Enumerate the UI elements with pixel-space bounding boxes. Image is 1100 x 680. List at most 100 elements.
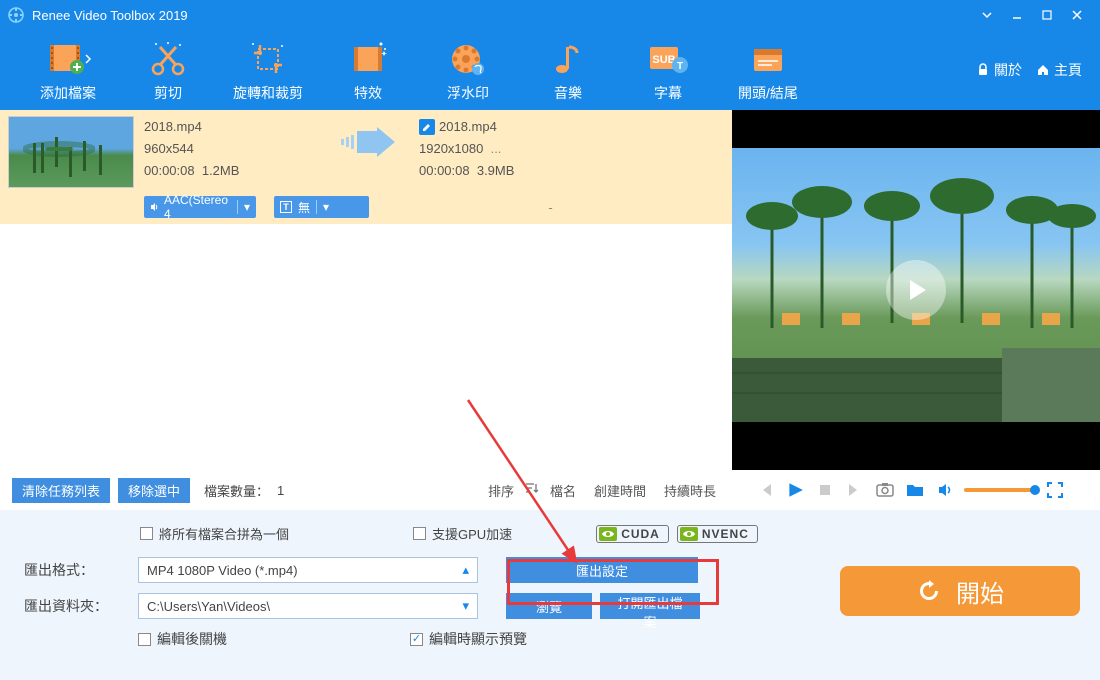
sort-icon (524, 481, 540, 495)
merge-checkbox[interactable]: 將所有檔案合拼為一個 (140, 524, 289, 543)
open-export-button[interactable]: 打開匯出檔案 (600, 593, 700, 619)
subtitle-icon: SUBT (646, 39, 690, 79)
crop-icon (248, 39, 288, 79)
folder-combo[interactable]: C:\Users\Yan\Videos\ ▾ (138, 593, 478, 619)
checkbox-box (413, 527, 426, 540)
subtitle-sel-label: 無 (298, 199, 310, 216)
format-label: 匯出格式： (20, 560, 130, 580)
home-label: 主頁 (1054, 60, 1082, 80)
src-filename: 2018.mp4 (144, 116, 319, 138)
media-controls (754, 479, 1088, 501)
next-button[interactable] (844, 479, 866, 501)
out-duration-size: 00:00:08 3.9MB (419, 160, 722, 182)
audio-sel-label: AAC(Stereo 4 (164, 193, 231, 221)
preview-label: 編輯時顯示預覽 (429, 629, 527, 649)
tool-label: 特效 (354, 83, 382, 103)
add-file-icon (44, 39, 92, 79)
start-button[interactable]: 開始 (840, 566, 1080, 616)
app-title: Renee Video Toolbox 2019 (32, 8, 972, 23)
folder-label: 匯出資料夾： (20, 596, 130, 616)
export-settings-button[interactable]: 匯出設定 (506, 557, 698, 583)
tool-label: 旋轉和裁剪 (233, 83, 303, 103)
out-resolution: 1920x1080 ... (419, 138, 722, 160)
volume-button[interactable] (934, 479, 956, 501)
prev-button[interactable] (754, 479, 776, 501)
file-count-value: 1 (277, 483, 284, 498)
watermark-icon (448, 39, 488, 79)
browse-button[interactable]: 瀏覽 (506, 593, 592, 619)
audio-dropdown[interactable]: AAC(Stereo 4 ▾ (144, 196, 256, 218)
refresh-icon (916, 578, 942, 604)
main-toolbar: 添加檔案 剪切 旋轉和裁剪 特效 浮水印 音樂 SUBT 字幕 開頭/結尾 關於… (0, 30, 1100, 110)
file-count-label: 檔案數量： (204, 481, 269, 500)
src-duration-size: 00:00:08 1.2MB (144, 160, 319, 182)
nvenc-label: NVENC (702, 527, 749, 541)
play-button[interactable] (886, 260, 946, 320)
about-link[interactable]: 關於 (976, 60, 1022, 80)
shutdown-checkbox[interactable]: 編輯後關機 (138, 629, 227, 649)
window-buttons (972, 0, 1092, 30)
scissors-icon (148, 39, 188, 79)
options-row-1: 將所有檔案合拼為一個 支援GPU加速 CUDA NVENC (20, 524, 1080, 543)
play-media-button[interactable] (784, 479, 806, 501)
tool-cut[interactable]: 剪切 (118, 37, 218, 103)
nvenc-badge: NVENC (677, 525, 758, 543)
sort-by-duration[interactable]: 持續時長 (656, 481, 724, 500)
sort-by-name[interactable]: 檔名 (542, 481, 584, 500)
chevron-up-icon: ▴ (462, 562, 469, 578)
subtitle-t-icon: T (280, 201, 292, 213)
checkbox-row-2: 編輯後關機 編輯時顯示預覽 (20, 629, 1080, 649)
sort-controls: 排序 檔名 創建時間 持續時長 (480, 481, 744, 500)
volume-slider[interactable] (964, 488, 1036, 492)
lock-icon (976, 63, 990, 77)
tool-label: 開頭/結尾 (738, 83, 798, 103)
gpu-label: 支援GPU加速 (432, 524, 512, 543)
snapshot-button[interactable] (874, 479, 896, 501)
fullscreen-button[interactable] (1044, 479, 1066, 501)
chevron-down-icon: ▾ (237, 200, 250, 214)
subtitle-dropdown[interactable]: T 無 ▾ (274, 196, 369, 218)
remove-selected-button[interactable]: 移除選中 (118, 478, 190, 503)
file-row[interactable]: 2018.mp4 960x544 00:00:08 1.2MB 2018.mp4… (0, 110, 732, 192)
tool-watermark[interactable]: 浮水印 (418, 37, 518, 103)
stop-button[interactable] (814, 479, 836, 501)
maximize-btn[interactable] (1032, 0, 1062, 30)
home-link[interactable]: 主頁 (1036, 60, 1082, 80)
cuda-badge: CUDA (596, 525, 669, 543)
tool-effects[interactable]: 特效 (318, 37, 418, 103)
main-area: 2018.mp4 960x544 00:00:08 1.2MB 2018.mp4… (0, 110, 1100, 470)
about-label: 關於 (994, 60, 1022, 80)
tool-subtitle[interactable]: SUBT 字幕 (618, 37, 718, 103)
tool-label: 浮水印 (447, 83, 489, 103)
tool-label: 字幕 (654, 83, 682, 103)
cuda-label: CUDA (621, 527, 660, 541)
arrow-icon (329, 116, 409, 188)
effects-icon (348, 39, 388, 79)
video-thumbnail[interactable] (8, 116, 134, 188)
clear-list-button[interactable]: 清除任務列表 (12, 478, 110, 503)
file-list: 2018.mp4 960x544 00:00:08 1.2MB 2018.mp4… (0, 110, 732, 470)
format-value: MP4 1080P Video (*.mp4) (147, 563, 298, 578)
tool-intro-outro[interactable]: 開頭/結尾 (718, 37, 818, 103)
minimize-btn[interactable] (1002, 0, 1032, 30)
tool-rotate-crop[interactable]: 旋轉和裁剪 (218, 37, 318, 103)
dropdown-btn[interactable] (972, 0, 1002, 30)
close-btn[interactable] (1062, 0, 1092, 30)
sort-label[interactable]: 排序 (480, 481, 522, 500)
checkbox-box (410, 633, 423, 646)
output-info: 2018.mp4 1920x1080 ... 00:00:08 3.9MB (419, 116, 722, 188)
home-icon (1036, 63, 1050, 77)
controls-bar: 清除任務列表 移除選中 檔案數量： 1 排序 檔名 創建時間 持續時長 (0, 470, 1100, 510)
open-folder-button[interactable] (904, 479, 926, 501)
edit-icon[interactable] (419, 119, 435, 135)
file-row-options: AAC(Stereo 4 ▾ T 無 ▾ - (0, 192, 732, 224)
tool-music[interactable]: 音樂 (518, 37, 618, 103)
gpu-checkbox[interactable]: 支援GPU加速 (413, 524, 512, 543)
format-combo[interactable]: MP4 1080P Video (*.mp4) ▴ (138, 557, 478, 583)
sort-by-created[interactable]: 創建時間 (586, 481, 654, 500)
preview-checkbox[interactable]: 編輯時顯示預覽 (410, 629, 527, 649)
shutdown-label: 編輯後關機 (157, 629, 227, 649)
folder-value: C:\Users\Yan\Videos\ (147, 599, 270, 614)
src-resolution: 960x544 (144, 138, 319, 160)
tool-add-file[interactable]: 添加檔案 (18, 37, 118, 103)
